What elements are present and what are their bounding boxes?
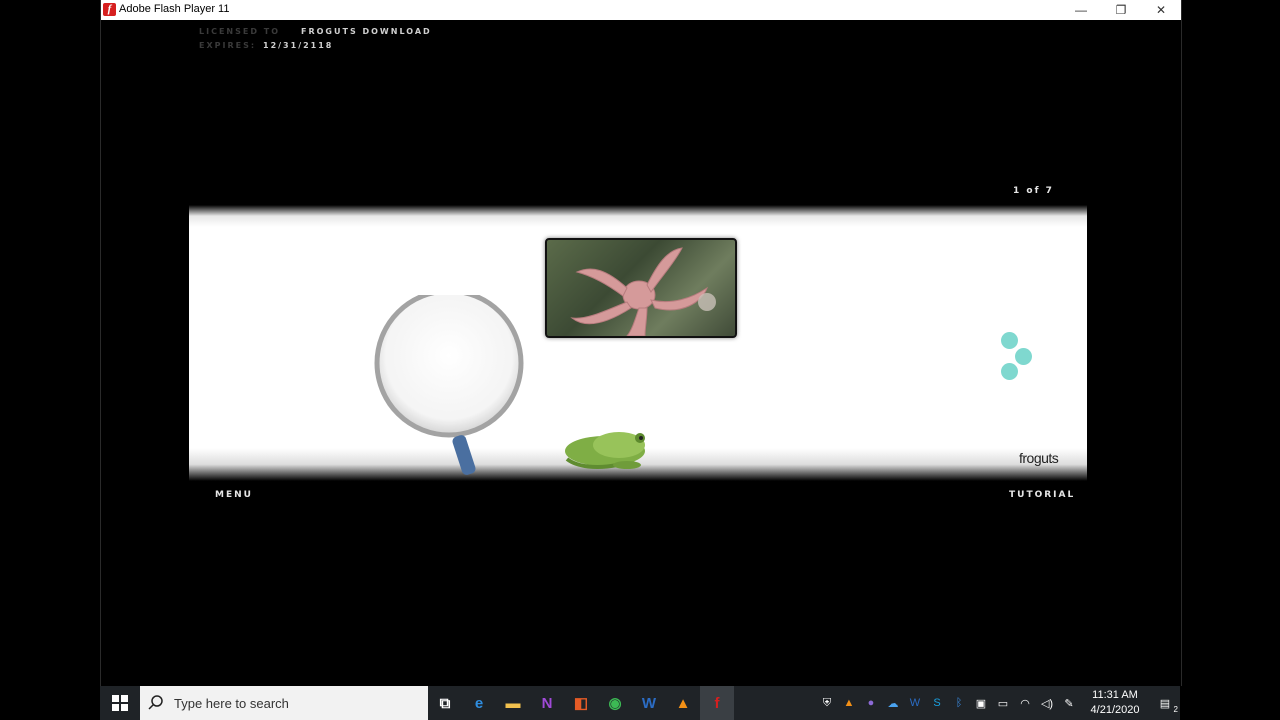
- vlc-icon[interactable]: ▲: [666, 686, 700, 720]
- clock-date: 4/21/2020: [1090, 704, 1140, 716]
- pen-icon[interactable]: ✎: [1058, 686, 1080, 720]
- windows-taskbar: Type here to search ⧉ e ▬ N ◧ ◉ W ▲ f ⛨ …: [100, 686, 1180, 720]
- taskbar-search[interactable]: Type here to search: [140, 686, 428, 720]
- maximize-button[interactable]: ❐: [1101, 0, 1141, 20]
- notification-center-icon[interactable]: ▤ 2: [1150, 686, 1180, 720]
- display-icon[interactable]: ▣: [970, 686, 992, 720]
- teams-icon[interactable]: ●: [860, 686, 882, 720]
- expires-label: Expires:: [199, 41, 257, 50]
- office-icon[interactable]: ◧: [564, 686, 598, 720]
- flash-player-icon: f: [103, 3, 116, 16]
- tutorial-button[interactable]: Tutorial: [1009, 490, 1075, 500]
- magnifier-icon[interactable]: [369, 295, 529, 485]
- licensed-to-value: Froguts Download: [301, 27, 432, 36]
- word-tray-icon[interactable]: W: [904, 686, 926, 720]
- skype-icon[interactable]: S: [926, 686, 948, 720]
- starfish-icon: [570, 247, 716, 336]
- edge-icon[interactable]: e: [462, 686, 496, 720]
- flash-stage[interactable]: froguts: [189, 205, 1087, 481]
- nav-dot[interactable]: [1001, 332, 1018, 349]
- file-explorer-icon[interactable]: ▬: [496, 686, 530, 720]
- word-icon[interactable]: W: [632, 686, 666, 720]
- notification-count: 2: [1173, 705, 1178, 714]
- vlc-tray-icon[interactable]: ▲: [838, 686, 860, 720]
- onenote-icon[interactable]: N: [530, 686, 564, 720]
- page-counter: 1 of 7: [1013, 186, 1054, 196]
- windows-logo-icon: [112, 695, 128, 711]
- volume-icon[interactable]: ◁): [1036, 686, 1058, 720]
- flash-player-window: f Adobe Flash Player 11 — ❐ ✕ Licensed t…: [100, 0, 1182, 686]
- frog-icon[interactable]: [557, 425, 657, 471]
- menu-button[interactable]: Menu: [215, 490, 253, 500]
- minimize-button[interactable]: —: [1061, 0, 1101, 20]
- network-icon[interactable]: ◠: [1014, 686, 1036, 720]
- search-icon: [148, 695, 163, 710]
- defender-icon[interactable]: ⛨: [816, 686, 838, 720]
- starfish-photo: [545, 238, 737, 338]
- window-title: Adobe Flash Player 11: [119, 3, 230, 15]
- search-placeholder: Type here to search: [174, 695, 289, 711]
- taskbar-clock[interactable]: 11:31 AM 4/21/2020: [1080, 688, 1150, 718]
- flash-taskbar-icon[interactable]: f: [700, 686, 734, 720]
- nav-dot[interactable]: [1015, 348, 1032, 365]
- chrome-icon[interactable]: ◉: [598, 686, 632, 720]
- bluetooth-icon[interactable]: ᛒ: [948, 686, 970, 720]
- clock-time: 11:31 AM: [1092, 689, 1138, 701]
- battery-icon[interactable]: ▭: [992, 686, 1014, 720]
- expires-value: 12/31/2118: [263, 41, 334, 50]
- task-view-icon[interactable]: ⧉: [428, 686, 462, 720]
- froguts-logo: froguts: [1019, 450, 1059, 466]
- close-button[interactable]: ✕: [1141, 0, 1181, 20]
- onedrive-icon[interactable]: ☁: [882, 686, 904, 720]
- start-button[interactable]: [100, 686, 140, 720]
- licensed-to-label: Licensed to: [199, 27, 281, 36]
- title-bar[interactable]: f Adobe Flash Player 11 — ❐ ✕: [101, 0, 1181, 20]
- nav-dot[interactable]: [1001, 363, 1018, 380]
